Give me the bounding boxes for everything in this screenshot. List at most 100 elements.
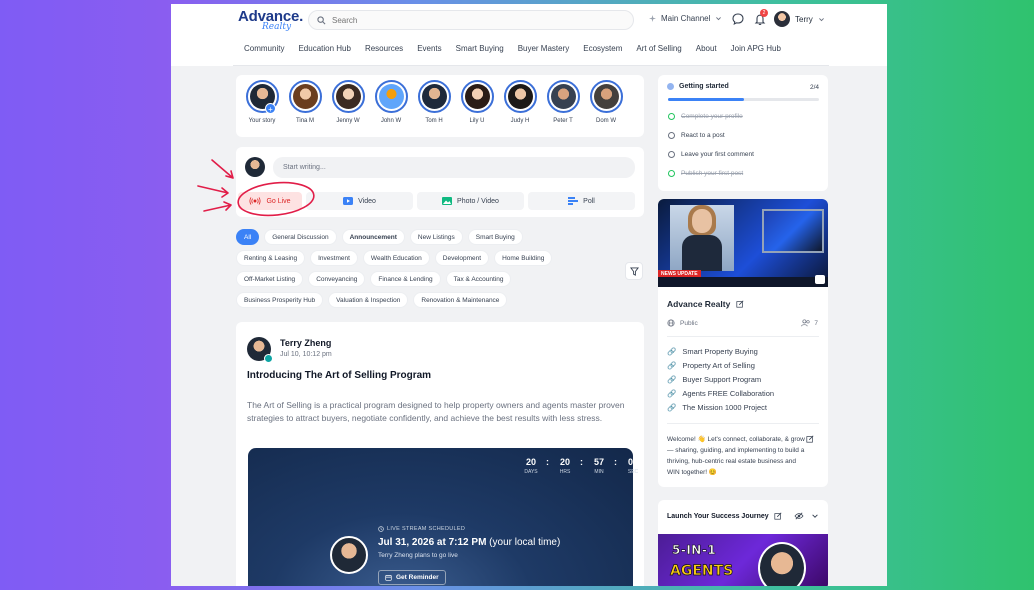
search-bar[interactable] — [308, 10, 634, 30]
nav-item-art-of-selling[interactable]: Art of Selling — [636, 44, 681, 53]
search-input[interactable] — [332, 15, 612, 25]
story-ring — [460, 80, 494, 113]
chip-business-prosperity-hub[interactable]: Business Prosperity Hub — [236, 292, 324, 308]
nav-item-join-apg-hub[interactable]: Join APG Hub — [731, 44, 781, 53]
chip-conveyancing[interactable]: Conveyancing — [308, 271, 366, 287]
story-item[interactable]: Peter T — [543, 80, 583, 124]
edit-icon[interactable] — [736, 300, 744, 308]
journey-title-text: Launch Your Success Journey — [667, 512, 769, 520]
edit-icon[interactable] — [774, 512, 782, 520]
filter-button[interactable] — [625, 262, 643, 280]
search-icon — [317, 15, 326, 24]
start-writing-input[interactable]: Start writing... — [273, 157, 635, 178]
task-first-comment[interactable]: Leave your first comment — [668, 151, 754, 158]
story-item[interactable]: + Your story — [242, 80, 282, 124]
chip-wealth-education[interactable]: Wealth Education — [362, 250, 430, 266]
countdown-label: SEC — [627, 469, 639, 475]
chip-tax-accounting[interactable]: Tax & Accounting — [445, 271, 512, 287]
check-circle-icon — [668, 170, 675, 177]
story-name: Peter T — [553, 118, 573, 124]
member-count[interactable]: 7 — [801, 319, 818, 327]
divider — [667, 336, 819, 337]
chip-announcement[interactable]: Announcement — [341, 229, 405, 245]
nav-item-about[interactable]: About — [696, 44, 717, 53]
nav-item-events[interactable]: Events — [417, 44, 441, 53]
chip-finance-lending[interactable]: Finance & Lending — [370, 271, 441, 287]
channel-label: Main Channel — [661, 14, 711, 23]
community-link[interactable]: 🔗 Property Art of Selling — [667, 361, 755, 370]
anchor-body — [682, 235, 722, 271]
nav-item-education-hub[interactable]: Education Hub — [298, 44, 350, 53]
header: Advance. Realty Main Channel 2 Terry Com… — [171, 4, 887, 66]
task-complete-profile[interactable]: Complete your profile — [668, 113, 743, 120]
chip-development[interactable]: Development — [434, 250, 490, 266]
post-body: The Art of Selling is a practical progra… — [247, 400, 625, 423]
story-ring — [288, 80, 322, 113]
avatar — [593, 84, 619, 109]
story-item[interactable]: Judy H — [500, 80, 540, 124]
avatar — [245, 157, 265, 177]
chip-all[interactable]: All — [236, 229, 260, 245]
community-link[interactable]: 🔗 The Mission 1000 Project — [667, 403, 767, 412]
add-story-icon[interactable]: + — [265, 103, 276, 114]
nav-item-resources[interactable]: Resources — [365, 44, 403, 53]
avatar[interactable] — [247, 337, 273, 363]
post-composer: Start writing... Go Live Video Photo / V… — [236, 147, 644, 217]
get-reminder-button[interactable]: Get Reminder — [378, 570, 446, 585]
go-live-button[interactable]: Go Live — [238, 192, 302, 210]
story-item[interactable]: Dom W — [586, 80, 626, 124]
story-name: John W — [380, 118, 402, 124]
user-menu[interactable]: Terry — [774, 11, 825, 27]
post-author[interactable]: Terry Zheng — [280, 338, 331, 348]
chat-icon[interactable] — [731, 12, 745, 26]
chip-valuation-inspection[interactable]: Valuation & Inspection — [328, 292, 409, 308]
story-item[interactable]: John W — [371, 80, 411, 124]
chip-investment[interactable]: Investment — [310, 250, 358, 266]
image-icon — [442, 197, 453, 205]
channel-selector[interactable]: Main Channel — [649, 14, 722, 23]
nav-item-ecosystem[interactable]: Ecosystem — [583, 44, 622, 53]
edit-icon[interactable] — [806, 435, 814, 443]
avatar — [758, 542, 806, 586]
getting-started-title[interactable]: Getting started — [667, 83, 729, 90]
nav-item-buyer-mastery[interactable]: Buyer Mastery — [518, 44, 570, 53]
chevron-down-icon[interactable] — [811, 512, 819, 520]
story-item[interactable]: Lily U — [457, 80, 497, 124]
verified-icon — [264, 354, 273, 363]
logo[interactable]: Advance. Realty — [238, 8, 303, 32]
banner-main-text: AGENTS — [670, 563, 734, 580]
notification-badge: 2 — [760, 9, 768, 17]
link-icon: 🔗 — [667, 403, 677, 412]
video-button[interactable]: Video — [306, 192, 413, 210]
link-label: Buyer Support Program — [682, 375, 762, 384]
chip-new-listings[interactable]: New Listings — [409, 229, 463, 245]
get-reminder-label: Get Reminder — [396, 574, 439, 581]
nav-item-smart-buying[interactable]: Smart Buying — [456, 44, 504, 53]
story-item[interactable]: Jenny W — [328, 80, 368, 124]
chip-renting-leasing[interactable]: Renting & Leasing — [236, 250, 306, 266]
story-item[interactable]: Tina M — [285, 80, 325, 124]
stories-bar: + Your story Tina M Jenny W John W Tom H… — [236, 75, 644, 137]
nav-item-community[interactable]: Community — [244, 44, 284, 53]
chip-smart-buying[interactable]: Smart Buying — [467, 229, 523, 245]
journey-banner[interactable]: 5-IN-1 AGENTS — [658, 534, 828, 586]
composer-actions: Go Live Video Photo / Video Poll — [238, 192, 635, 210]
community-link[interactable]: 🔗 Buyer Support Program — [667, 375, 761, 384]
chip-off-market-listing[interactable]: Off-Market Listing — [236, 271, 304, 287]
getting-started-label: Getting started — [679, 83, 729, 90]
change-cover-icon[interactable] — [815, 275, 825, 284]
eye-off-icon[interactable] — [794, 512, 804, 520]
story-ring — [374, 80, 408, 113]
poll-button[interactable]: Poll — [528, 192, 635, 210]
task-react-post[interactable]: React to a post — [668, 132, 725, 139]
community-link[interactable]: 🔗 Agents FREE Collaboration — [667, 389, 774, 398]
photo-video-button[interactable]: Photo / Video — [417, 192, 524, 210]
community-link[interactable]: 🔗 Smart Property Buying — [667, 347, 758, 356]
story-item[interactable]: Tom H — [414, 80, 454, 124]
video-icon — [343, 197, 354, 205]
circle-icon — [668, 151, 675, 158]
task-first-post[interactable]: Publish your first post — [668, 170, 743, 177]
chip-renovation-maintenance[interactable]: Renovation & Maintenance — [413, 292, 508, 308]
chip-general-discussion[interactable]: General Discussion — [264, 229, 337, 245]
chip-home-building[interactable]: Home Building — [494, 250, 553, 266]
